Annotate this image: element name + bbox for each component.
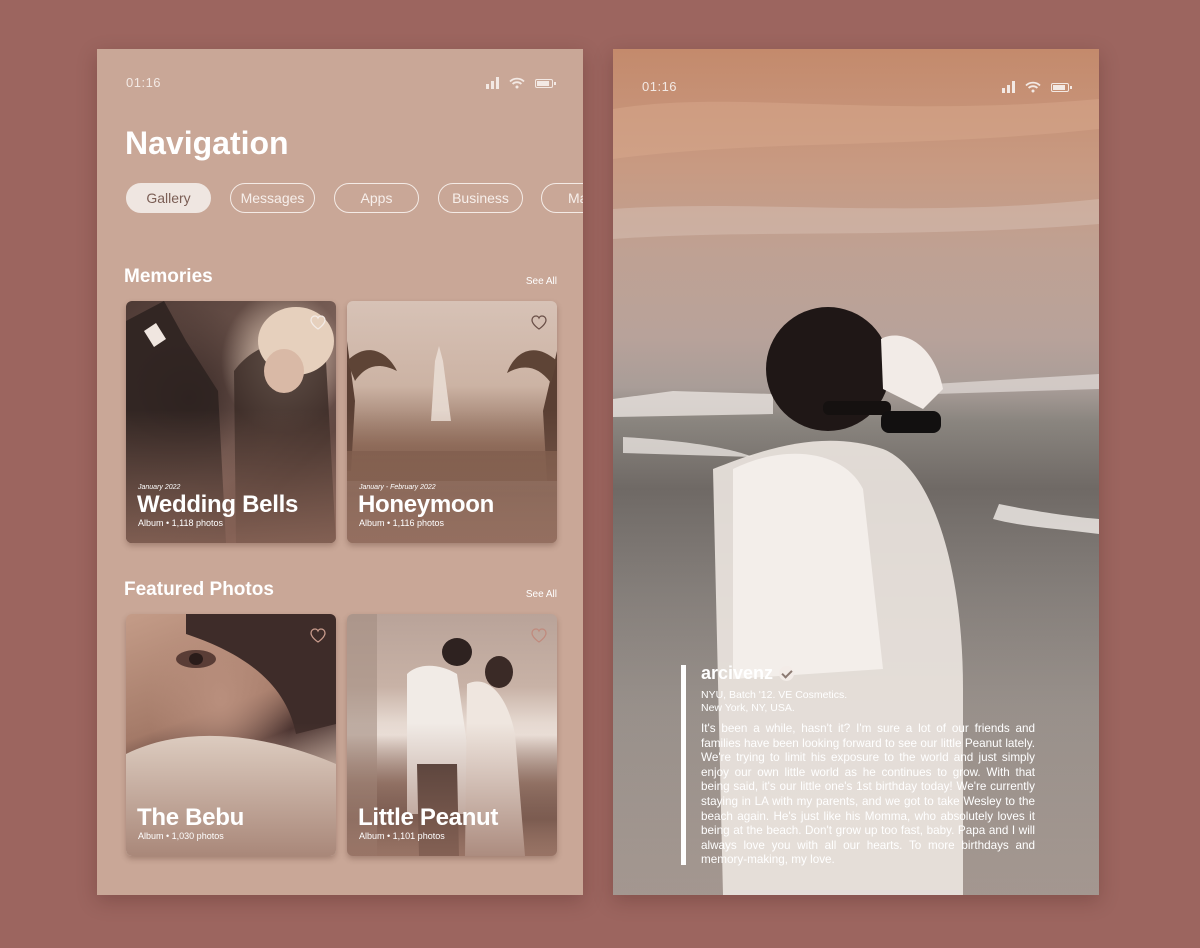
post-accent-bar (681, 665, 686, 865)
tab-business[interactable]: Business (438, 183, 523, 213)
heart-icon[interactable] (531, 315, 547, 330)
featured-see-all-link[interactable]: See All (526, 589, 557, 600)
memories-heading: Memories (124, 266, 213, 287)
album-card-wedding-bells[interactable]: January 2022 Wedding Bells Album • 1,118… (126, 301, 336, 543)
page-title: Navigation (125, 125, 289, 161)
status-bar: 01:16 (642, 77, 1072, 97)
battery-icon (535, 78, 556, 88)
album-meta: Album • 1,116 photos (359, 518, 445, 528)
album-card-the-bebu[interactable]: The Bebu Album • 1,030 photos (126, 614, 336, 856)
album-meta: Album • 1,101 photos (359, 831, 445, 841)
tab-apps[interactable]: Apps (334, 183, 419, 213)
album-title: Honeymoon (358, 491, 494, 518)
album-title: Wedding Bells (137, 491, 299, 518)
post-screen: 01:16 arcivenz NYU, Batch '12. VE Cosmet… (613, 49, 1099, 895)
tab-more[interactable]: Ma (541, 183, 583, 213)
album-meta: Album • 1,118 photos (138, 518, 224, 528)
album-title: Little Peanut (358, 804, 499, 831)
status-bar: 01:16 (126, 73, 556, 93)
location-line: New York, NY, USA. (701, 702, 795, 714)
heart-icon[interactable] (310, 315, 326, 330)
album-date: January 2022 (138, 484, 181, 491)
battery-icon (1051, 82, 1072, 92)
signal-icon (1002, 81, 1015, 93)
heart-icon[interactable] (310, 628, 326, 643)
status-time: 01:16 (642, 79, 678, 94)
post-author[interactable]: arcivenz (701, 663, 1035, 684)
memories-see-all-link[interactable]: See All (526, 276, 557, 287)
wifi-icon (1025, 81, 1041, 93)
category-tabs: Gallery Messages Apps Business Ma (126, 183, 583, 213)
post-caption-block: arcivenz NYU, Batch '12. VE Cosmetics. N… (701, 663, 1035, 868)
post-caption: It's been a while, hasn't it? I'm sure a… (701, 722, 1035, 867)
tab-messages[interactable]: Messages (230, 183, 315, 213)
bio-line: NYU, Batch '12. VE Cosmetics. (701, 689, 848, 701)
tab-gallery[interactable]: Gallery (126, 183, 211, 213)
status-time: 01:16 (126, 75, 162, 90)
signal-icon (486, 77, 499, 89)
verified-badge-icon (779, 666, 795, 681)
album-title: The Bebu (137, 804, 244, 831)
album-card-little-peanut[interactable]: Little Peanut Album • 1,101 photos (347, 614, 557, 856)
username[interactable]: arcivenz (701, 663, 773, 684)
heart-icon[interactable] (531, 628, 547, 643)
album-card-honeymoon[interactable]: January - February 2022 Honeymoon Album … (347, 301, 557, 543)
wifi-icon (509, 77, 525, 89)
album-date: January - February 2022 (359, 484, 436, 491)
navigation-screen: 01:16 Navigation Gallery Messages Apps B… (97, 49, 583, 895)
album-meta: Album • 1,030 photos (138, 831, 224, 841)
featured-photos-heading: Featured Photos (124, 579, 274, 600)
